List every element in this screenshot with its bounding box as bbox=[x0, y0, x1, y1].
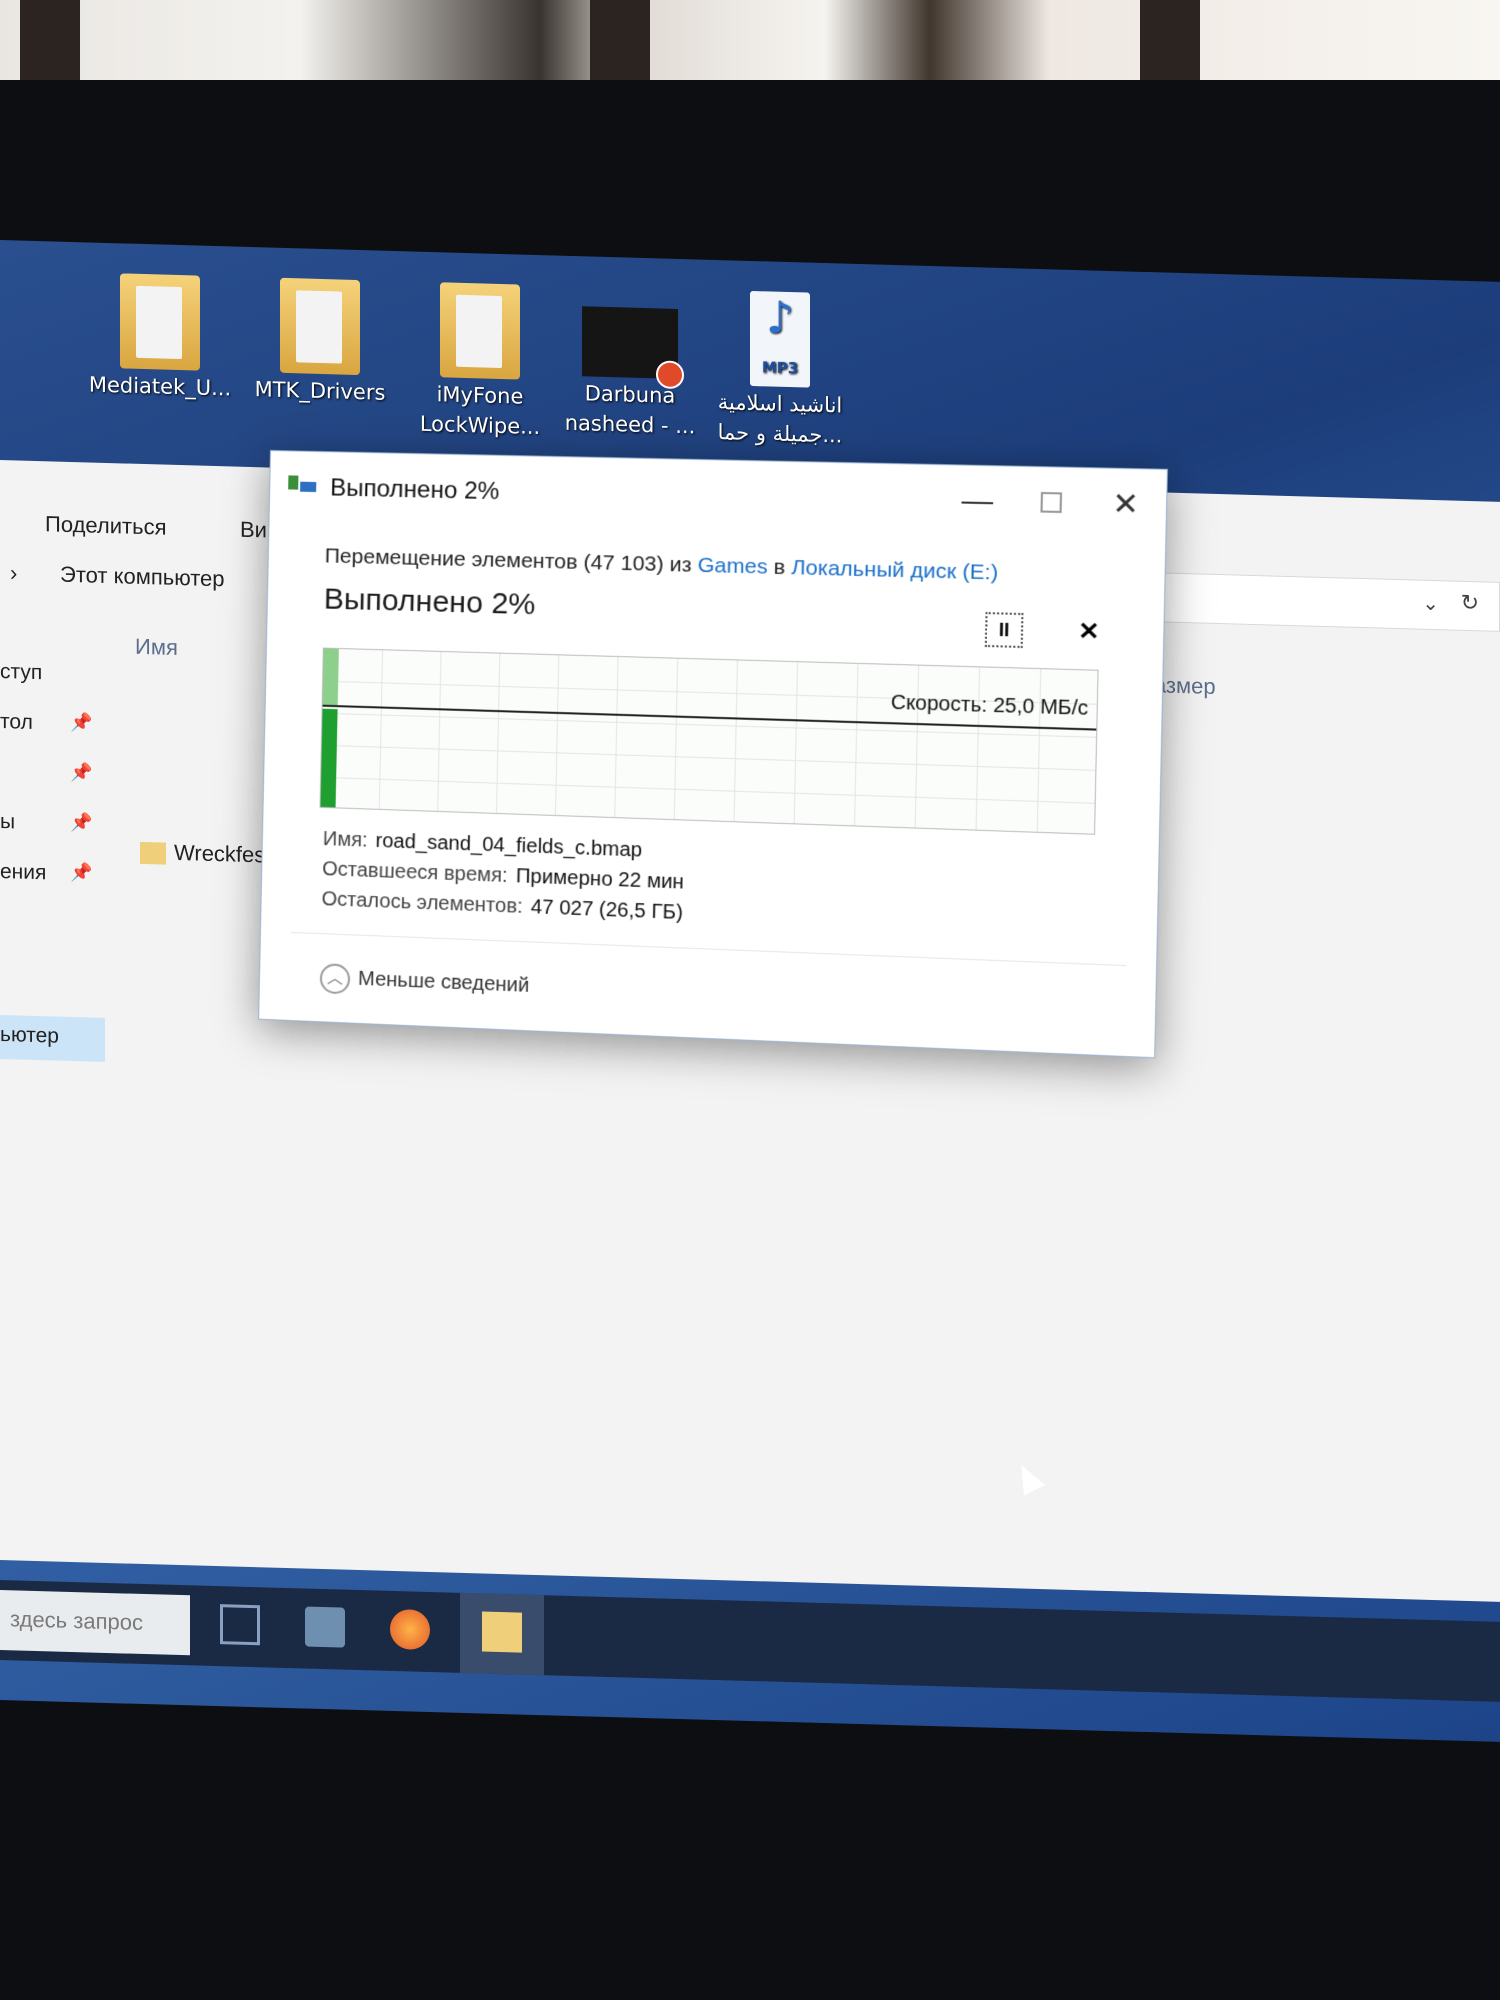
progress-fill bbox=[320, 708, 338, 810]
desktop-icon-label: iMyFone LockWipe... bbox=[419, 382, 541, 440]
nav-item-this-pc[interactable]: ьютер bbox=[0, 1023, 59, 1049]
close-button[interactable]: ✕ bbox=[1093, 479, 1158, 532]
pin-icon: 📌 bbox=[70, 811, 93, 833]
pin-icon: 📌 bbox=[70, 711, 93, 733]
grid-line bbox=[733, 660, 739, 824]
nav-item-quick-access[interactable]: ступ bbox=[0, 660, 42, 685]
file-explorer-icon bbox=[482, 1611, 522, 1653]
desktop-icon-anasheed[interactable]: ♪ MP3 اناشيد اسلامية جميلة و حما... bbox=[705, 290, 855, 451]
grid-line bbox=[673, 658, 679, 822]
pin-icon: 📌 bbox=[70, 761, 93, 783]
desktop-icon-label: Mediatek_U... bbox=[88, 372, 232, 401]
grid-line bbox=[437, 651, 442, 813]
chevron-up-icon: ︿ bbox=[319, 963, 351, 995]
desktop-icon-mediatek[interactable]: Mediatek_U... bbox=[85, 272, 235, 403]
desktop-icon-label: Darbuna nasheed - ... bbox=[564, 381, 696, 439]
task-view-icon[interactable] bbox=[220, 1604, 260, 1646]
file-name: Wreckfes bbox=[174, 839, 266, 868]
ribbon-tab-view[interactable]: Ви bbox=[240, 517, 267, 544]
divider bbox=[290, 931, 1127, 967]
refresh-icon[interactable]: ↻ bbox=[1461, 590, 1479, 617]
desktop-icon-label: اناشيد اسلامية جميلة و حما... bbox=[717, 390, 843, 448]
mp3-file-icon: ♪ MP3 bbox=[750, 290, 810, 388]
nav-item-pictures[interactable]: ения bbox=[0, 860, 46, 885]
operation-description: Перемещение элементов (47 103) из Games … bbox=[324, 544, 999, 585]
info-items-remaining: Осталось элементов: 47 027 (26,5 ГБ) bbox=[321, 888, 684, 925]
address-bar-right[interactable]: ⌄ ↻ bbox=[1130, 571, 1500, 632]
grid-line bbox=[914, 665, 920, 830]
transfer-speed-graph: Скорость: 25,0 МБ/с bbox=[319, 647, 1099, 835]
grid-line bbox=[975, 667, 981, 832]
time-remaining: Примерно 22 мин bbox=[515, 865, 685, 894]
taskbar: здесь запрос bbox=[0, 1580, 1500, 1702]
items-remaining: 47 027 (26,5 ГБ) bbox=[530, 896, 684, 925]
firefox-icon[interactable] bbox=[390, 1608, 430, 1651]
grid-line bbox=[495, 653, 501, 815]
chevron-down-icon[interactable]: ⌄ bbox=[1422, 591, 1439, 616]
grid-line bbox=[793, 662, 799, 826]
file-move-icon bbox=[288, 473, 318, 496]
info-name: Имя: road_sand_04_fields_c.bmap bbox=[322, 827, 643, 862]
destination-link[interactable]: Локальный диск (E:) bbox=[791, 556, 998, 585]
folder-icon bbox=[120, 273, 200, 371]
maximize-button[interactable] bbox=[1019, 477, 1084, 530]
desktop-icon-mtk-drivers[interactable]: MTK_Drivers bbox=[245, 277, 395, 408]
taskbar-active-app[interactable] bbox=[460, 1592, 544, 1676]
dialog-title: Выполнено 2% bbox=[329, 474, 500, 506]
grid-line bbox=[378, 650, 384, 811]
nav-item-documents[interactable]: ы bbox=[0, 810, 15, 834]
video-file-icon bbox=[582, 306, 684, 390]
cancel-button[interactable]: ✕ bbox=[1069, 614, 1108, 650]
grid-line bbox=[554, 655, 560, 818]
folder-icon bbox=[440, 282, 520, 380]
desktop-icon-label: MTK_Drivers bbox=[254, 377, 386, 405]
source-link[interactable]: Games bbox=[697, 554, 767, 579]
minimize-button[interactable]: — bbox=[945, 475, 1009, 528]
less-details-button[interactable]: ︿ Меньше сведений bbox=[319, 963, 530, 1002]
copy-progress-dialog: Выполнено 2% — ✕ Перемещение элементов (… bbox=[258, 450, 1168, 1059]
pin-icon: 📌 bbox=[70, 861, 93, 883]
speed-label: Скорость: 25,0 МБ/с bbox=[890, 691, 1089, 721]
ribbon-tab-share[interactable]: Поделиться bbox=[45, 511, 166, 540]
grid-line bbox=[853, 663, 859, 828]
folder-icon bbox=[280, 277, 360, 376]
taskbar-search-input[interactable]: здесь запрос bbox=[0, 1590, 190, 1656]
breadcrumb[interactable]: Этот компьютер bbox=[60, 562, 225, 593]
pause-button[interactable]: II bbox=[984, 612, 1024, 649]
app-icon[interactable] bbox=[305, 1606, 345, 1648]
folder-icon bbox=[140, 842, 166, 865]
current-file-name: road_sand_04_fields_c.bmap bbox=[375, 829, 643, 862]
desktop-icon-darbuna[interactable]: Darbuna nasheed - ... bbox=[555, 286, 705, 442]
grid-line bbox=[1036, 669, 1042, 834]
file-row[interactable]: Wreckfes bbox=[140, 839, 265, 868]
column-header-name[interactable]: Имя bbox=[135, 634, 178, 661]
progress-percent-label: Выполнено 2% bbox=[323, 582, 536, 622]
progress-fill-light bbox=[322, 648, 339, 706]
grid-line bbox=[614, 657, 619, 820]
breadcrumb-chevron-icon: › bbox=[10, 560, 18, 586]
desktop-icon-imyfone[interactable]: iMyFone LockWipe... bbox=[405, 281, 555, 442]
nav-item-desktop[interactable]: тол bbox=[0, 710, 33, 735]
maximize-icon bbox=[1040, 491, 1063, 514]
